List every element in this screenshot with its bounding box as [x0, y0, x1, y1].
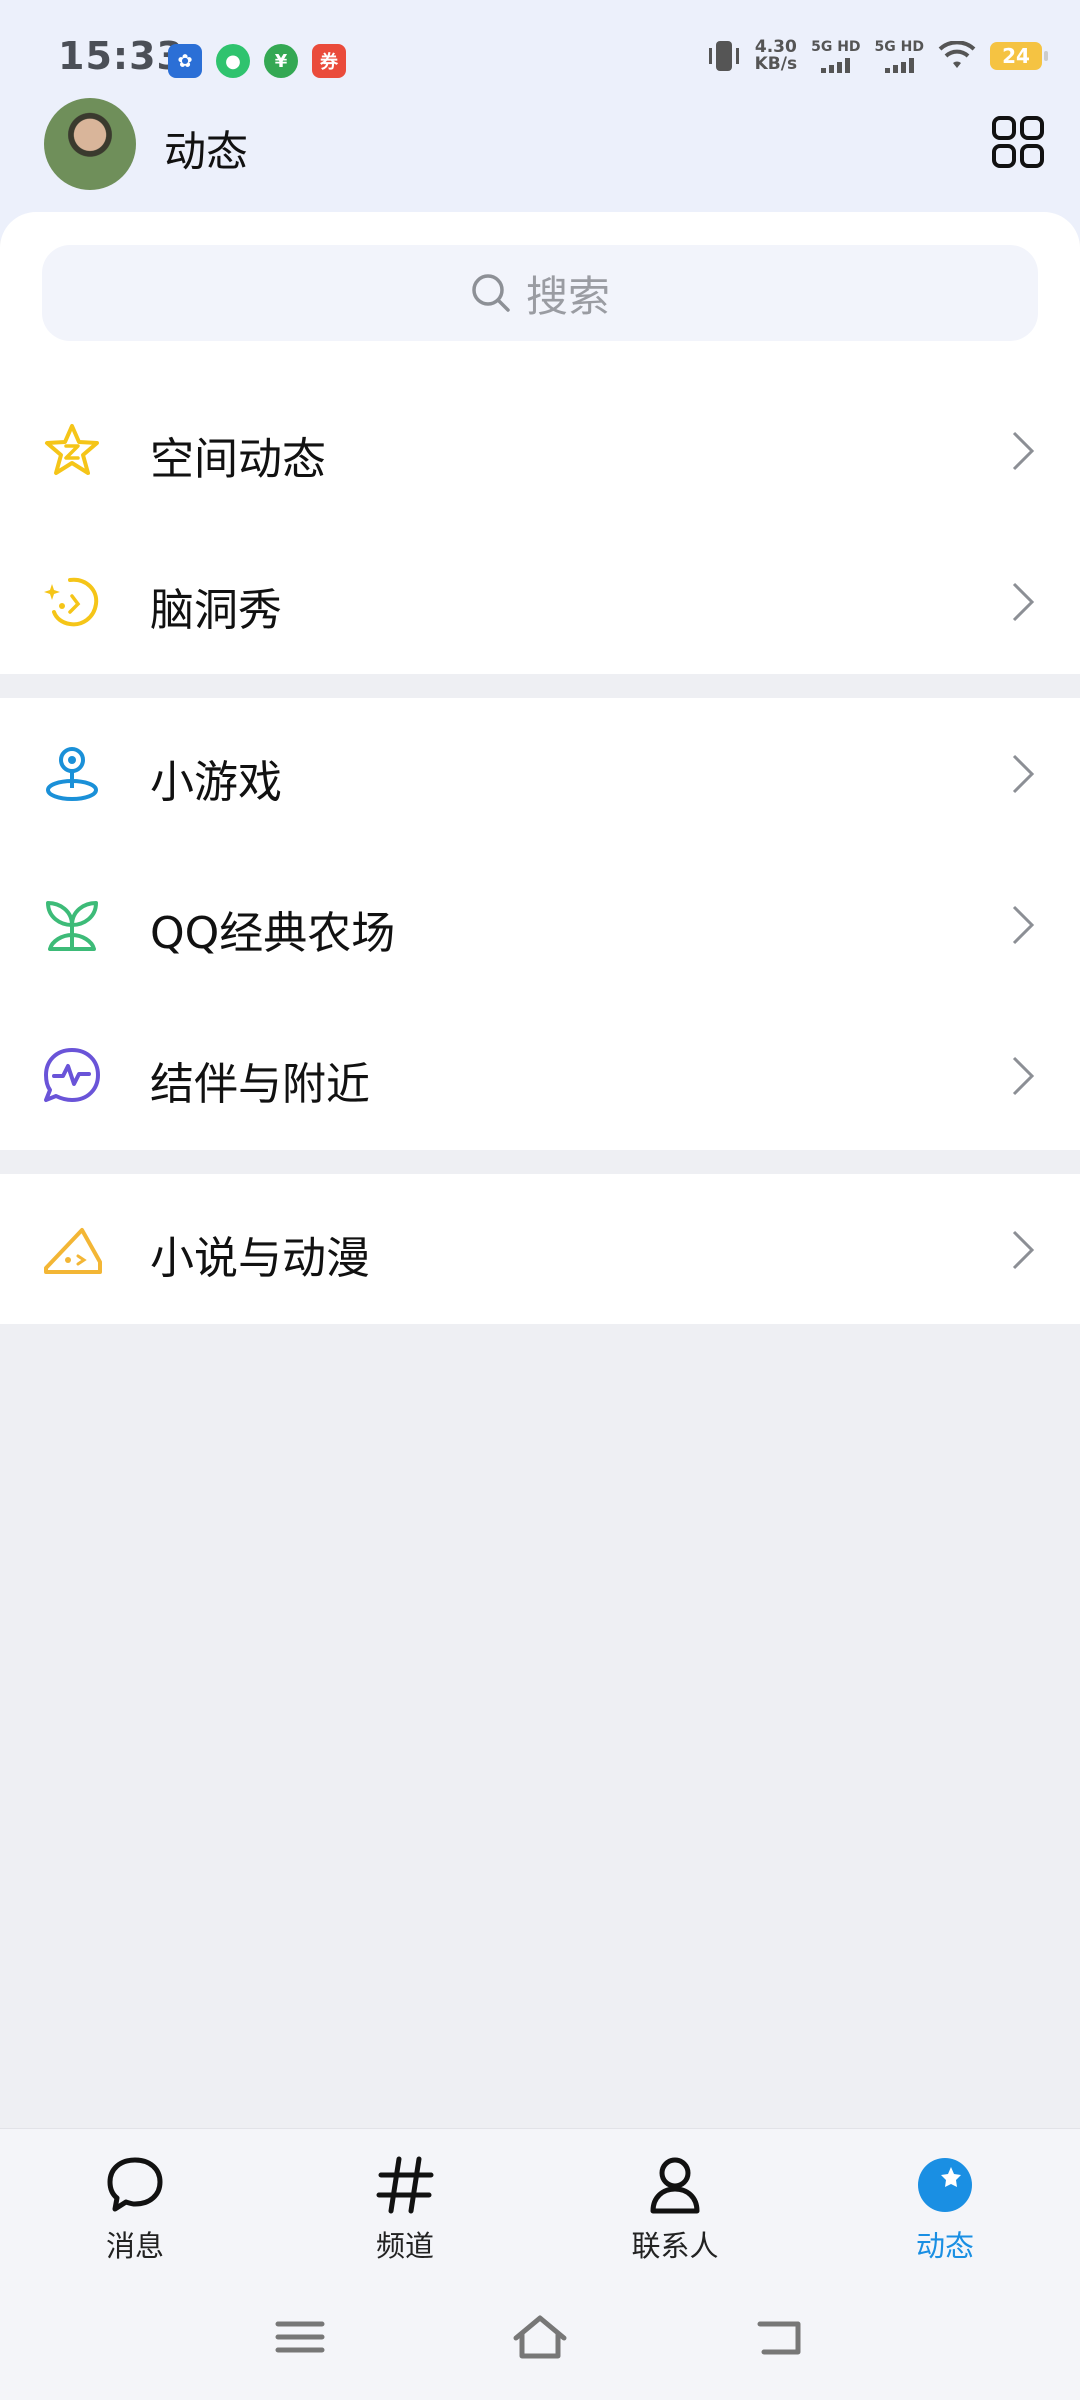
- signal-bars-icon: [821, 57, 851, 73]
- network-speed-unit: KB/s: [754, 54, 798, 74]
- sim2-label: 5G HD: [874, 39, 924, 55]
- qzone-star-icon: [45, 424, 99, 475]
- menu-item-novels-anime[interactable]: 小说与动漫: [0, 1174, 1080, 1324]
- chat-bubble-icon: [107, 2157, 163, 2212]
- menu-item-label: 小说与动漫: [150, 1233, 370, 1284]
- battery-level: 24: [1002, 44, 1030, 68]
- back-icon[interactable]: [750, 2312, 810, 2362]
- avatar[interactable]: [44, 98, 136, 190]
- bottom-tab-bar: 消息 频道 联系人 动态: [0, 2128, 1080, 2279]
- sim2-signal: 5G HD: [875, 39, 924, 73]
- chevron-right-icon: [1012, 1056, 1035, 1096]
- chevron-right-icon: [1012, 754, 1035, 794]
- apps-grid-icon[interactable]: [990, 114, 1046, 170]
- tab-channels[interactable]: 频道: [345, 2155, 465, 2265]
- bank-icon: ¥: [264, 44, 298, 78]
- app-drop-icon: ●: [216, 44, 250, 78]
- network-speed: 4.30 KB/s: [755, 39, 797, 73]
- menu-item-label: 结伴与附近: [150, 1059, 370, 1110]
- star-circle-icon: [918, 2158, 972, 2212]
- chevron-right-icon: [1012, 431, 1035, 471]
- tab-label: 联系人: [631, 2229, 719, 2263]
- menu-item-qzone[interactable]: 空间动态: [0, 375, 1080, 525]
- sim1-label: 5G HD: [811, 39, 861, 55]
- tab-contacts[interactable]: 联系人: [615, 2155, 735, 2265]
- status-bar: 15:33 ✿ ● ¥ 券 4.30 KB/s 5G HD 5G HD 24: [0, 0, 1080, 120]
- page-title: 动态: [164, 127, 249, 176]
- menu-item-qq-farm[interactable]: QQ经典农场: [0, 849, 1080, 999]
- wifi-icon: [938, 41, 976, 68]
- menu-item-label: 空间动态: [150, 434, 326, 485]
- status-time: 15:33: [58, 34, 184, 78]
- status-right: 4.30 KB/s 5G HD 5G HD 24: [707, 38, 1048, 74]
- game-pin-icon: [46, 747, 98, 801]
- search-bar[interactable]: 搜索: [42, 245, 1038, 341]
- tab-messages[interactable]: 消息: [75, 2155, 195, 2265]
- signal-bars-icon: [884, 57, 914, 73]
- menu-icon[interactable]: [270, 2312, 330, 2362]
- hashtag-icon: [376, 2156, 434, 2214]
- menu-item-label: 小游戏: [150, 757, 282, 808]
- menu-item-label: QQ经典农场: [150, 908, 396, 959]
- person-icon: [650, 2157, 700, 2214]
- vibrate-icon: [708, 41, 739, 71]
- system-nav-bar: [0, 2278, 1080, 2400]
- menu-item-mini-games[interactable]: 小游戏: [0, 698, 1080, 848]
- shop-icon: 券: [312, 44, 346, 78]
- baidu-paw-icon: ✿: [168, 44, 202, 78]
- menu-item-nearby[interactable]: 结伴与附近: [0, 1000, 1080, 1150]
- tab-label: 频道: [375, 2229, 434, 2263]
- cheese-book-icon: [44, 1228, 102, 1274]
- home-icon[interactable]: [510, 2312, 570, 2362]
- search-placeholder: 搜索: [525, 271, 610, 321]
- sim1-signal: 5G HD: [811, 39, 861, 73]
- chevron-right-icon: [1012, 905, 1035, 945]
- menu-item-label: 脑洞秀: [150, 585, 282, 636]
- menu-item-brain-show[interactable]: 脑洞秀: [0, 526, 1080, 676]
- sprout-icon: [46, 901, 98, 951]
- brain-sparkle-icon: [44, 577, 99, 627]
- tab-moments[interactable]: 动态: [885, 2155, 1005, 2265]
- search-icon: [472, 274, 510, 312]
- tab-label: 消息: [105, 2229, 164, 2263]
- battery-icon: 24: [990, 42, 1048, 70]
- notification-icons: ✿ ● ¥ 券: [168, 44, 346, 78]
- chevron-right-icon: [1012, 582, 1035, 622]
- pulse-bubble-icon: [44, 1048, 100, 1102]
- tab-label: 动态: [915, 2229, 974, 2263]
- chevron-right-icon: [1012, 1230, 1035, 1270]
